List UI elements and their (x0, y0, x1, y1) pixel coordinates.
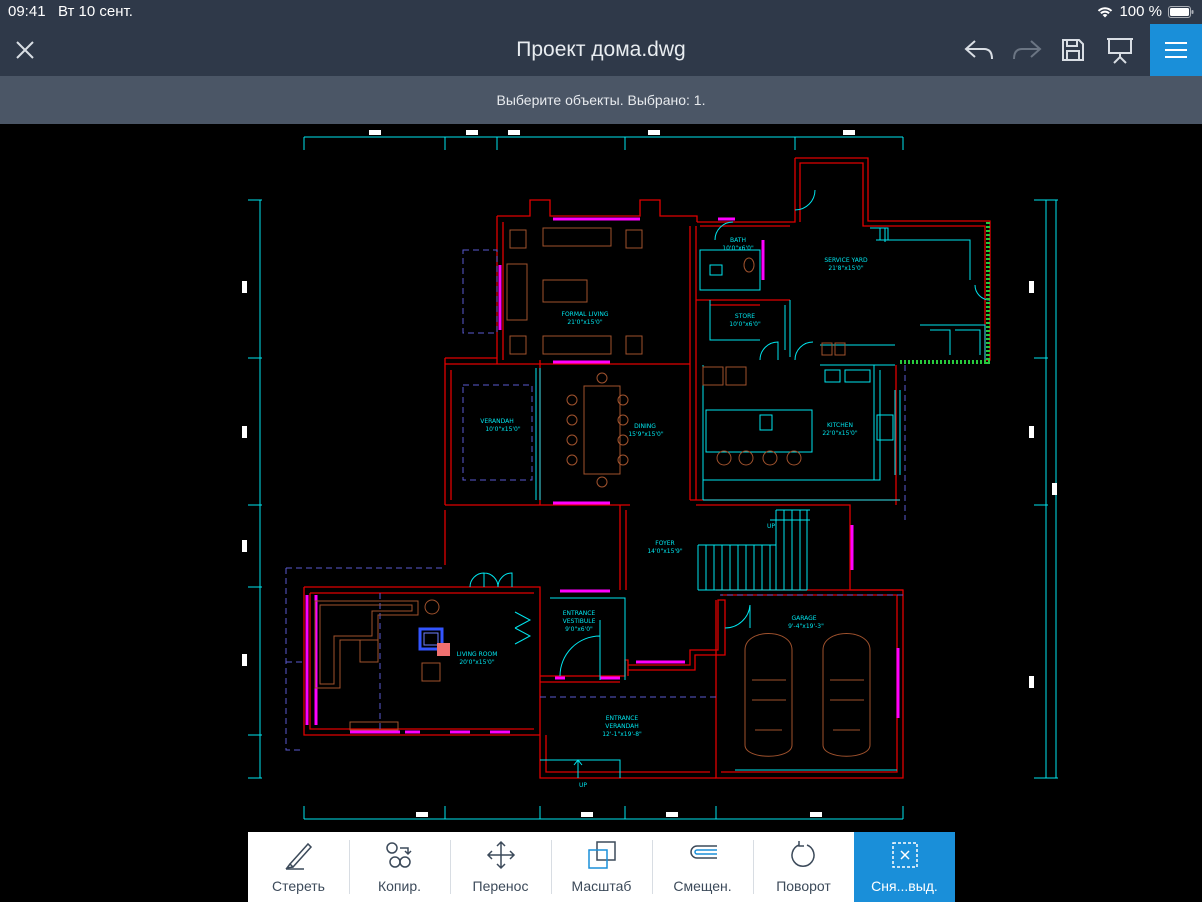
presentation-icon (1107, 38, 1133, 64)
label-bath-dim: 10'0"x6'0" (722, 245, 754, 252)
label-living-room-dim: 20'0"x15'0" (459, 659, 495, 666)
erase-label: Стереть (272, 878, 325, 894)
label-entrance-verandah-2: VERANDAH (605, 723, 639, 730)
move-button[interactable]: Перенос (450, 832, 551, 902)
undo-button[interactable] (954, 24, 1004, 76)
scale-label: Масштаб (571, 878, 632, 894)
wifi-icon (1098, 6, 1113, 17)
label-verandah: VERANDAH (480, 418, 514, 425)
scale-icon (587, 841, 616, 869)
hamburger-icon (1165, 42, 1187, 58)
deselect-icon (891, 842, 918, 868)
cyan-features (469, 189, 991, 778)
label-dining-dim: 15'9"x15'0" (628, 431, 664, 438)
dimension-ticks (242, 130, 1057, 817)
save-button[interactable] (1048, 24, 1098, 76)
offset-label: Смещен. (673, 878, 732, 894)
rotate-icon (790, 841, 815, 867)
move-icon (486, 840, 515, 870)
label-service-yard-dim: 21'8"x15'0" (828, 265, 864, 272)
label-foyer-dim: 14'0"x15'9" (647, 548, 683, 555)
menu-button[interactable] (1150, 24, 1202, 76)
rotate-button[interactable]: Поворот (753, 832, 854, 902)
battery-icon (1168, 5, 1194, 18)
edit-toolbar: Стереть Копир. Перенос Масштаб Смещен. П… (248, 832, 955, 902)
copy-button[interactable]: Копир. (349, 832, 450, 902)
label-up-verandah: UP (579, 782, 587, 789)
redo-icon (1013, 40, 1042, 60)
offset-icon (689, 845, 717, 859)
rotate-label: Поворот (776, 878, 831, 894)
label-up-stairs: UP (767, 523, 775, 530)
present-button[interactable] (1095, 24, 1145, 76)
eraser-icon (284, 842, 312, 870)
floor-plan[interactable]: FORMAL LIVING 21'0"x15'0" BATH 10'0"x6'0… (0, 124, 1202, 832)
label-formal-living-dim: 21'0"x15'0" (567, 319, 603, 326)
undo-icon (964, 40, 993, 60)
label-entrance-verandah: ENTRANCE (606, 715, 639, 722)
status-bar: 09:41 Вт 10 сент. 100 % (0, 0, 1202, 24)
drawing-canvas[interactable]: FORMAL LIVING 21'0"x15'0" BATH 10'0"x6'0… (0, 124, 1202, 832)
label-garage-dim: 9'-4"x19'-3" (788, 623, 824, 630)
label-foyer: FOYER (655, 540, 674, 547)
label-bath: BATH (730, 237, 746, 244)
label-entrance-vestibule-2: VESTIBULE (563, 618, 596, 625)
copy-icon (385, 842, 412, 868)
furniture (314, 227, 871, 757)
selection-hint: Выберите объекты. Выбрано: 1. (0, 76, 1202, 124)
label-entrance-vestibule-dim: 9'0"x6'0" (565, 626, 593, 633)
label-verandah-dim: 10'0"x15'0" (485, 426, 521, 433)
label-living-room: LIVING ROOM (457, 651, 498, 658)
label-entrance-verandah-dim: 12'-1"x19'-8" (602, 731, 642, 738)
label-dining: DINING (634, 423, 656, 430)
copy-label: Копир. (377, 878, 422, 894)
deselect-button[interactable]: Сня...выд. (854, 832, 955, 902)
label-kitchen-dim: 22'0"x15'0" (822, 430, 858, 437)
label-store-dim: 10'0"x6'0" (729, 321, 761, 328)
selected-object[interactable] (418, 627, 450, 656)
label-formal-living: FORMAL LIVING (562, 311, 609, 318)
battery-percent: 100 % (1119, 3, 1162, 20)
scale-button[interactable]: Масштаб (551, 832, 652, 902)
status-time: 09:41 (8, 3, 46, 20)
deselect-label: Сня...выд. (871, 878, 938, 894)
move-label: Перенос (472, 878, 529, 894)
dimension-lines (248, 136, 1058, 820)
walls (303, 157, 991, 779)
label-entrance-vestibule: ENTRANCE (563, 610, 596, 617)
erase-button[interactable]: Стереть (248, 832, 349, 902)
hedge (900, 222, 990, 365)
redo-button[interactable] (1002, 24, 1052, 76)
label-service-yard: SERVICE YARD (824, 257, 868, 264)
status-right: 100 % (1097, 3, 1194, 20)
windows (305, 217, 900, 734)
label-garage: GARAGE (791, 615, 816, 622)
title-bar: Проект дома.dwg (0, 24, 1202, 76)
label-kitchen: KITCHEN (827, 422, 853, 429)
status-date: Вт 10 сент. (58, 3, 133, 20)
save-icon (1062, 39, 1084, 61)
offset-button[interactable]: Смещен. (652, 832, 753, 902)
label-store: STORE (735, 313, 755, 320)
